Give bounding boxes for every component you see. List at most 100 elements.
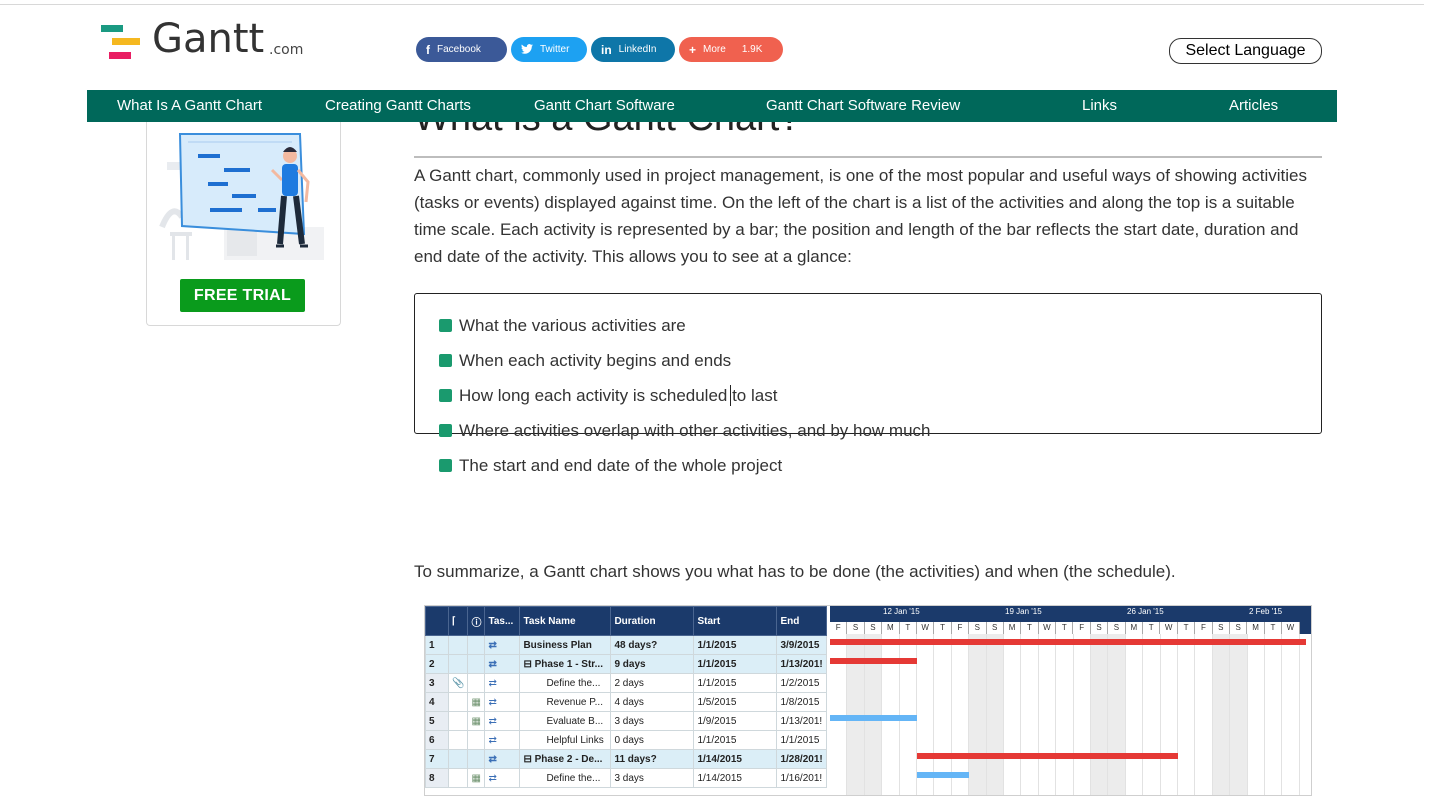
day-label: F: [1195, 622, 1213, 634]
list-item: What the various activities are: [439, 316, 686, 336]
day-label: M: [882, 622, 900, 634]
share-count: 1.9K: [741, 44, 763, 55]
day-label: T: [934, 622, 952, 634]
task-mode-header: Tas...: [484, 606, 521, 636]
day-label: S: [969, 622, 987, 634]
day-label: T: [1021, 622, 1039, 634]
heading-underline: [414, 156, 1322, 158]
week-label: 26 Jan '15: [1127, 607, 1164, 616]
day-label: M: [1125, 622, 1144, 634]
bullet-square-icon: [439, 424, 452, 437]
linkedin-share-button[interactable]: in LinkedIn: [591, 37, 675, 62]
twitter-share-button[interactable]: Twitter: [511, 37, 587, 62]
logo-bar-teal: [101, 25, 123, 32]
timeline-column: [952, 634, 970, 795]
row-number-header: [425, 606, 449, 636]
calendar-icon: ▦: [467, 768, 486, 788]
list-item: How long each activity is scheduled to l…: [439, 386, 777, 406]
table-row: 6 ⇄ Helpful Links 0 days 1/1/2015 1/1/2015: [425, 730, 827, 750]
calendar-icon: ▦: [467, 711, 486, 731]
timeline-column: [1248, 634, 1265, 795]
duration-header: Duration: [610, 606, 695, 636]
facebook-share-button[interactable]: f Facebook: [416, 37, 507, 62]
day-label: W: [1038, 622, 1057, 634]
task-mode-icon: ⇄: [484, 692, 521, 712]
logo-suffix: .com: [269, 42, 304, 58]
day-label: T: [1264, 622, 1283, 634]
gantt-chart-image: ⌈ ⓘ Tas... Task Name Duration Start End …: [424, 605, 1312, 796]
day-label: T: [899, 622, 917, 634]
day-label: M: [1247, 622, 1265, 634]
timeline-column: [1195, 634, 1213, 795]
nav-item-articles[interactable]: Articles: [1229, 97, 1278, 114]
top-divider: [0, 4, 1424, 5]
table-row: 8 ▦ ⇄ Define the... 3 days 1/14/2015 1/16/20…: [425, 768, 827, 788]
twitter-icon: [521, 43, 533, 57]
timeline-column: [934, 634, 952, 795]
nav-item-creating-gantt-charts[interactable]: Creating Gantt Charts: [325, 97, 471, 114]
timeline-column: [1004, 634, 1022, 795]
more-share-button[interactable]: + More 1.9K: [679, 37, 783, 62]
gantt-illustration: [159, 133, 324, 260]
table-row: 5 ▦ ⇄ Evaluate B... 3 days 1/9/2015 1/13/201…: [425, 711, 827, 731]
facebook-icon: f: [426, 42, 430, 57]
plus-icon: +: [689, 42, 697, 57]
day-label: F: [1073, 622, 1091, 634]
day-label: S: [986, 622, 1004, 634]
free-trial-button[interactable]: FREE TRIAL: [180, 279, 305, 312]
info-icon: ⓘ: [467, 606, 486, 636]
week-label: 2 Feb '15: [1249, 607, 1283, 616]
day-label: S: [864, 622, 883, 634]
end-header: End: [776, 606, 827, 636]
logo-bar-pink: [109, 52, 131, 59]
timeline-column: [1091, 634, 1109, 795]
linkedin-icon: in: [601, 42, 612, 57]
timeline-column: [1108, 634, 1126, 795]
timeline-column: [986, 634, 1004, 795]
day-label: T: [1143, 622, 1161, 634]
bullet-square-icon: [439, 389, 452, 402]
start-header: Start: [693, 606, 778, 636]
task-mode-icon: ⇄: [484, 768, 521, 788]
timeline-column: [1039, 634, 1057, 795]
bullet-square-icon: [439, 354, 452, 367]
table-row: 4 ▦ ⇄ Revenue P... 4 days 1/5/2015 1/8/2015: [425, 692, 827, 712]
nav-item-links[interactable]: Links: [1082, 97, 1117, 114]
timeline-column: [969, 634, 987, 795]
table-row: 2 ⇄ ⊟ Phase 1 - Str... 9 days 1/1/2015 1/13…: [425, 654, 827, 674]
week-label: 19 Jan '15: [1005, 607, 1042, 616]
timeline-grid: [830, 634, 1311, 795]
select-language-button[interactable]: Select Language: [1169, 38, 1322, 64]
summary-text: To summarize, a Gantt chart shows you wh…: [414, 562, 1176, 581]
task-name-header: Task Name: [519, 606, 612, 636]
table-row: 3 📎 ⇄ Define the... 2 days 1/1/2015 1/2/2015: [425, 673, 827, 693]
text-cursor: [730, 385, 731, 406]
day-label: T: [1056, 622, 1074, 634]
day-label: W: [1160, 622, 1178, 634]
gantt-task-table: ⌈ ⓘ Tas... Task Name Duration Start End …: [425, 606, 827, 788]
twitter-label: Twitter: [540, 44, 570, 55]
table-row: 7 ⇄ ⊟ Phase 2 - De... 11 days? 1/14/2015 1/…: [425, 749, 827, 769]
intro-paragraph: A Gantt chart, commonly used in project …: [414, 166, 1307, 266]
gantt-bar: [917, 772, 969, 778]
timeline-column: [1230, 634, 1248, 795]
gantt-bar: [830, 658, 917, 664]
timeline-column: [1143, 634, 1161, 795]
timeline-days: FSSMTWTFSSMTWTFSSMTWTFSSMTW: [830, 622, 1300, 634]
gantt-bar: [830, 639, 1306, 645]
linkedin-label: LinkedIn: [618, 44, 657, 55]
list-item: When each activity begins and ends: [439, 351, 731, 371]
logo-bar-yellow: [112, 38, 140, 45]
list-item: The start and end date of the whole proj…: [439, 456, 782, 476]
bullet-square-icon: [439, 319, 452, 332]
nav-item-what-is-a-gantt-chart[interactable]: What Is A Gantt Chart: [117, 97, 262, 114]
day-label: F: [951, 622, 970, 634]
nav-item-gantt-chart-software[interactable]: Gantt Chart Software: [534, 97, 675, 114]
task-mode-icon: ⇄: [484, 749, 521, 769]
nav-item-gantt-chart-software-review[interactable]: Gantt Chart Software Review: [766, 97, 960, 114]
day-label: S: [1108, 622, 1126, 634]
day-label: W: [1282, 622, 1300, 634]
day-label: W: [916, 622, 935, 634]
timeline-column: [1056, 634, 1074, 795]
more-label: More: [703, 44, 726, 55]
